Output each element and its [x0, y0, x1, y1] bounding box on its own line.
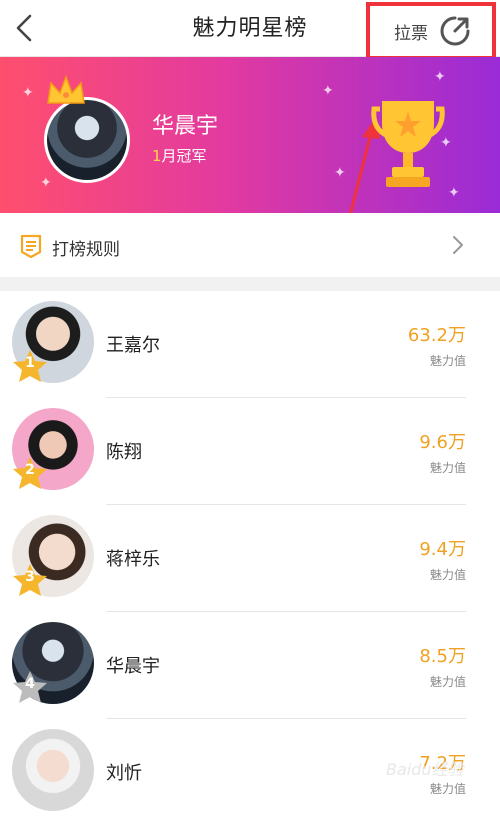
artist-name: 王嘉尔	[106, 335, 160, 356]
rank-number: 3	[25, 569, 35, 585]
charm-score: 9.6万	[419, 432, 466, 453]
chevron-right-icon	[453, 236, 463, 254]
champion-name: 华晨宇	[152, 114, 219, 139]
rules-label: 打榜规则	[52, 240, 120, 260]
ranking-rules-row[interactable]: 打榜规则	[0, 213, 500, 277]
vote-label: 拉票	[394, 24, 428, 44]
avatar	[47, 100, 127, 180]
list-item[interactable]: 3 蒋梓乐 9.4万 魅力值	[0, 505, 500, 612]
share-arrow-icon	[440, 16, 470, 46]
champion-avatar[interactable]	[44, 97, 130, 183]
artist-name: 陈翔	[106, 442, 142, 463]
charm-score-label: 魅力值	[429, 568, 466, 582]
charm-score-label: 魅力值	[429, 461, 466, 475]
trophy-icon	[371, 101, 445, 187]
rules-document-icon	[20, 234, 42, 259]
watermark: Baidu经验	[386, 760, 464, 779]
artist-name: 刘忻	[106, 763, 142, 784]
vote-button[interactable]: 拉票	[366, 2, 496, 60]
sparkle-icon: ✦	[322, 83, 334, 99]
charm-score: 63.2万	[407, 325, 466, 346]
rank-number: 2	[25, 462, 35, 478]
sparkle-icon: ✦	[448, 185, 460, 201]
section-divider	[0, 277, 500, 291]
rank-number: 4	[25, 676, 35, 692]
charm-score-label: 魅力值	[429, 675, 466, 689]
artist-name: 华晨宇	[106, 656, 160, 677]
artist-name: 蒋梓乐	[106, 549, 160, 570]
sparkle-icon: ✦	[22, 85, 34, 101]
champion-banner[interactable]: ✦ ✦ ✦ ✦ ✦ ✦ ✦ 华晨宇 1月冠军	[0, 57, 500, 213]
list-item[interactable]: 1 王嘉尔 63.2万 魅力值	[0, 291, 500, 398]
list-item[interactable]: 4 华晨宇 8.5万 魅力值	[0, 612, 500, 719]
sparkle-icon: ✦	[40, 175, 52, 191]
charm-score-label: 魅力值	[429, 354, 466, 368]
champion-month: 1月冠军	[152, 145, 207, 166]
charm-score: 9.4万	[419, 539, 466, 560]
avatar	[12, 729, 94, 811]
rank-number: 1	[25, 355, 35, 371]
month-number: 1	[152, 147, 162, 165]
top-bar: 魅力明星榜 拉票	[0, 0, 500, 60]
list-item[interactable]: 2 陈翔 9.6万 魅力值	[0, 398, 500, 505]
sparkle-icon: ✦	[434, 69, 446, 85]
charm-score: 8.5万	[419, 646, 466, 667]
crown-icon	[47, 75, 85, 104]
month-suffix: 月冠军	[161, 147, 207, 165]
